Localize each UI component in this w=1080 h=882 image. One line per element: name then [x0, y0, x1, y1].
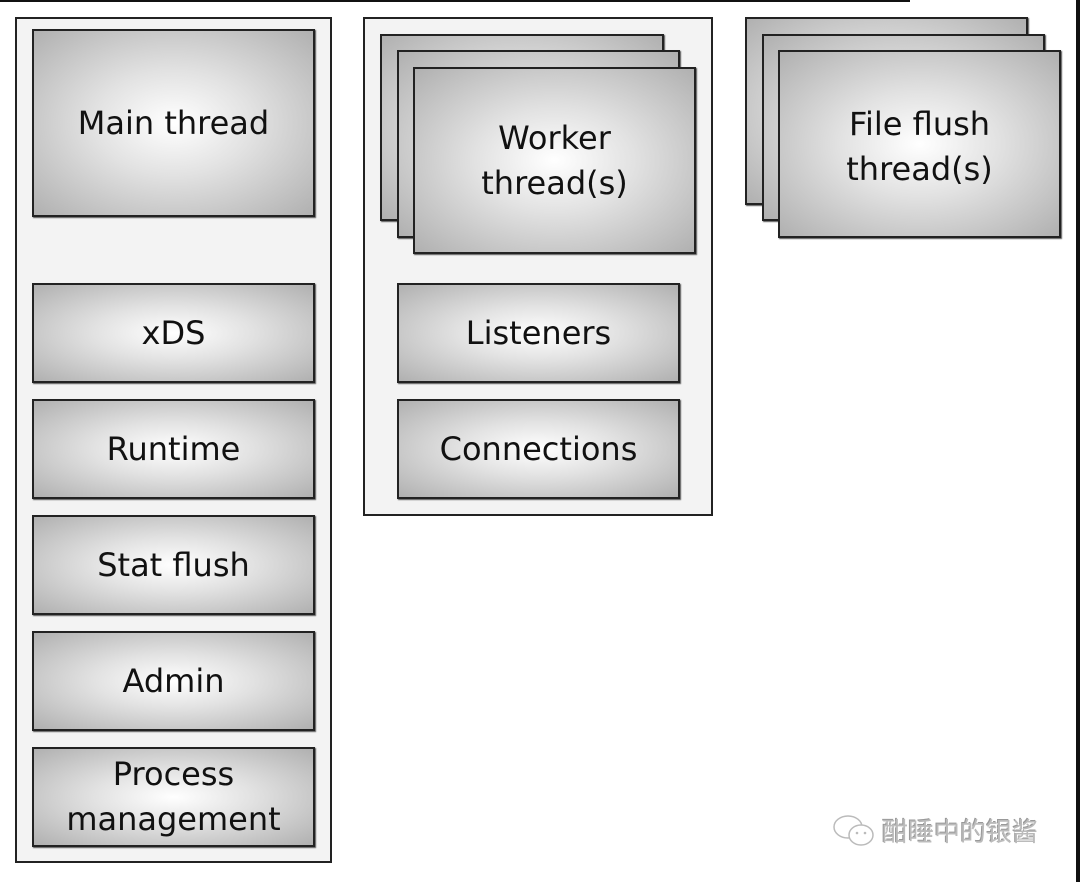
process-management-label: Process management	[66, 755, 281, 838]
wechat-icon	[833, 814, 874, 846]
listeners-box: Listeners	[397, 283, 680, 383]
admin-box: Admin	[32, 631, 315, 731]
main-thread-label: Main thread	[77, 103, 270, 142]
xds-label: xDS	[141, 313, 206, 352]
runtime-box: Runtime	[32, 399, 315, 499]
main-thread-box: Main thread	[32, 29, 315, 217]
worker-thread-box: Worker thread(s)	[413, 67, 696, 254]
watermark: 酣睡中的银酱	[832, 812, 1038, 849]
connections-label: Connections	[439, 429, 638, 468]
stat-flush-label: Stat flush	[97, 545, 250, 584]
process-management-box: Process management	[32, 747, 315, 847]
stat-flush-box: Stat flush	[32, 515, 315, 615]
file-flush-label: File flush thread(s)	[846, 105, 993, 188]
connections-box: Connections	[397, 399, 680, 499]
xds-box: xDS	[32, 283, 315, 383]
file-flush-box: File flush thread(s)	[778, 50, 1061, 238]
top-border	[0, 0, 910, 2]
right-border	[1076, 0, 1080, 882]
runtime-label: Runtime	[106, 429, 241, 468]
worker-thread-label: Worker thread(s)	[481, 118, 628, 202]
listeners-label: Listeners	[465, 313, 612, 352]
admin-label: Admin	[122, 661, 225, 700]
watermark-text: 酣睡中的银酱	[882, 818, 1039, 848]
